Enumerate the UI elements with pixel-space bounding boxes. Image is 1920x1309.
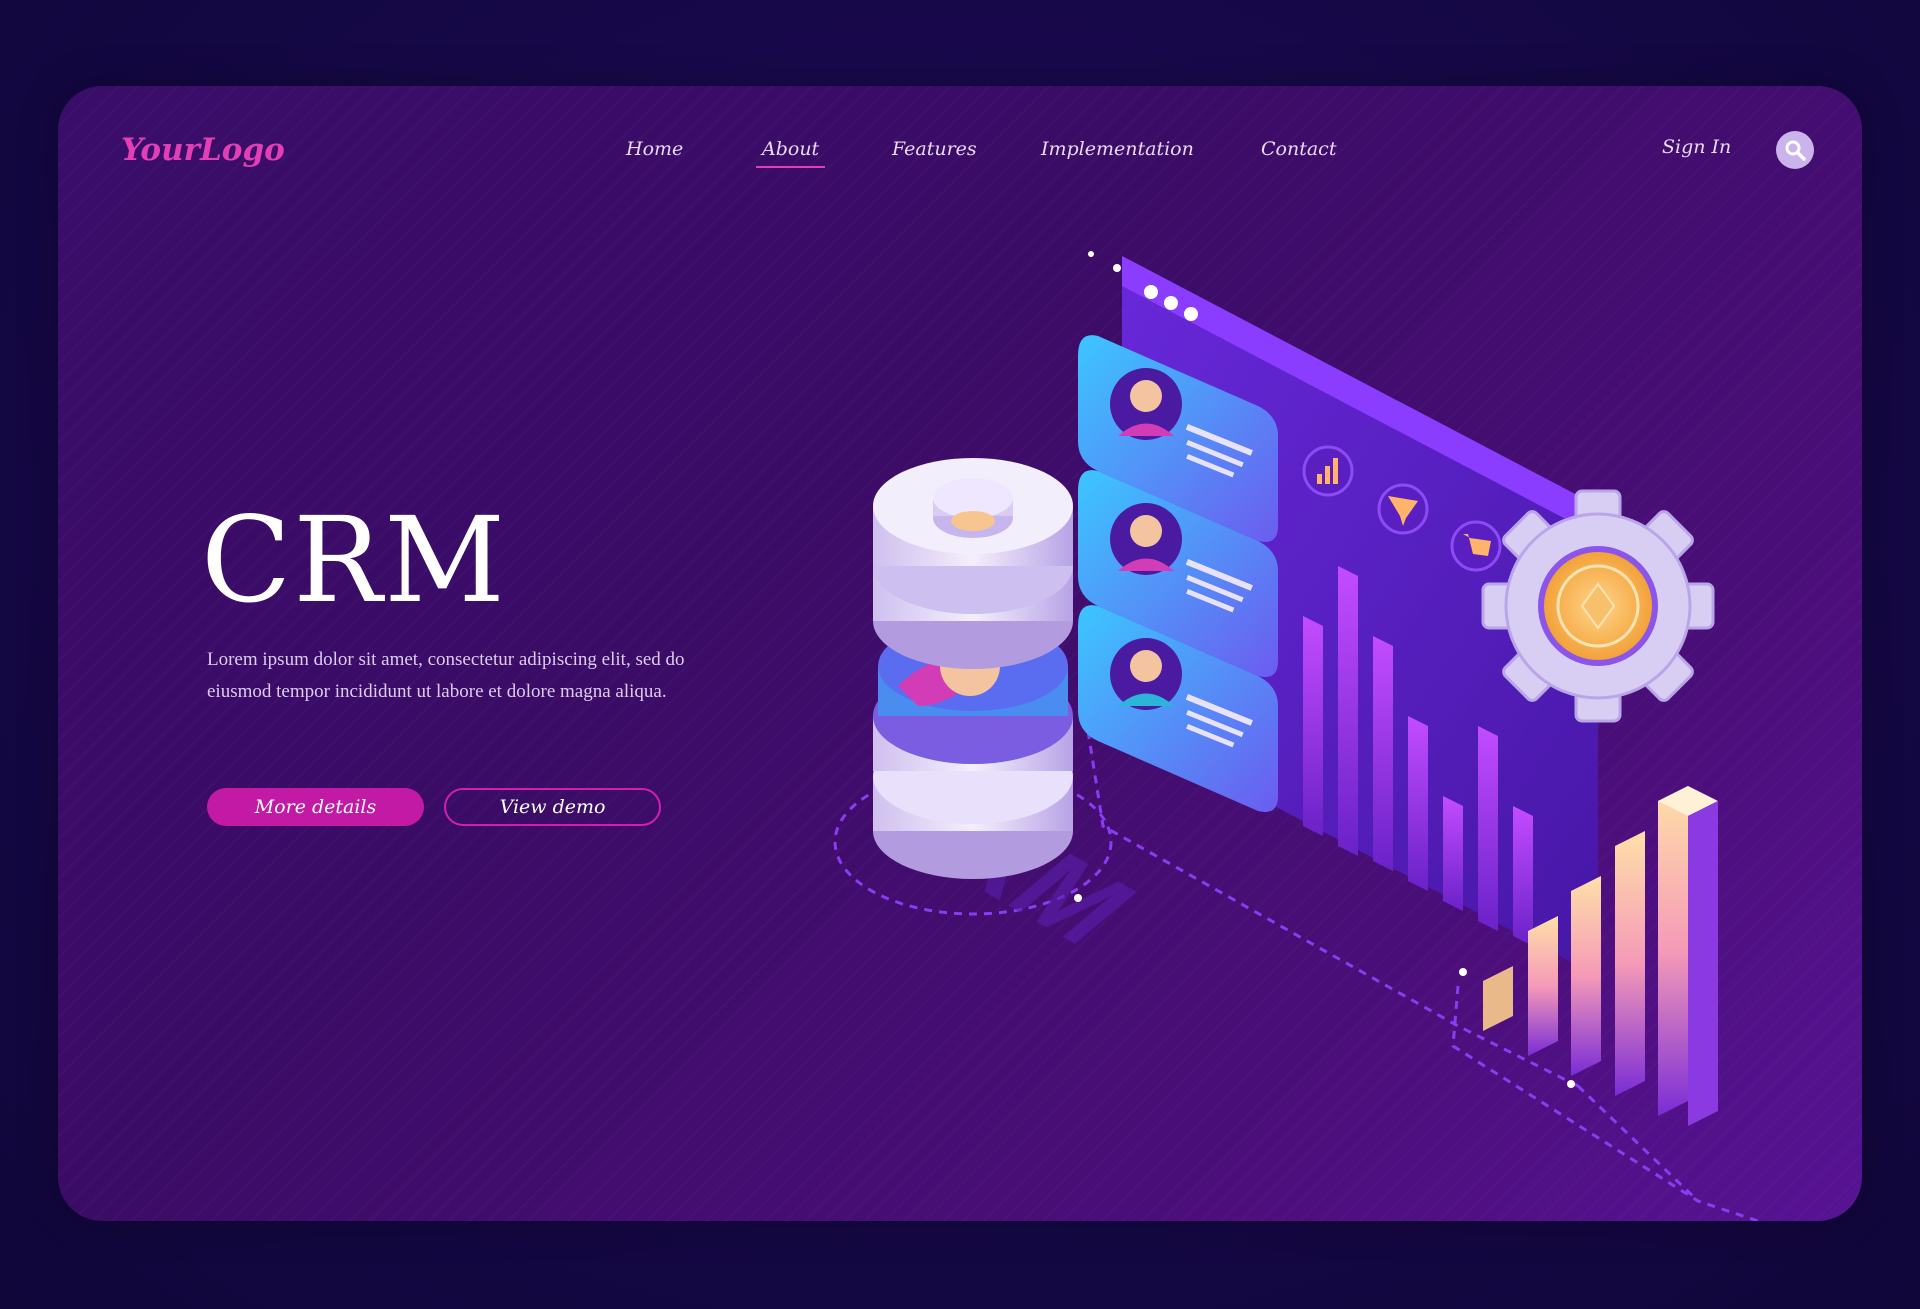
database-icon [873,458,1073,879]
crm-illustration: CRM [833,251,1759,1221]
user-cards [1078,335,1278,812]
window-dot [1184,307,1198,321]
coin-icon [1544,552,1652,660]
landing-card: YourLogo Home About Features Implementat… [58,86,1862,1221]
cart-icon [1450,520,1502,572]
bar-chart-icon [1302,445,1354,497]
gear-icon [1481,489,1715,723]
window-dot [1164,296,1178,310]
window-dot [1144,285,1158,299]
funnel-icon [1377,483,1429,535]
